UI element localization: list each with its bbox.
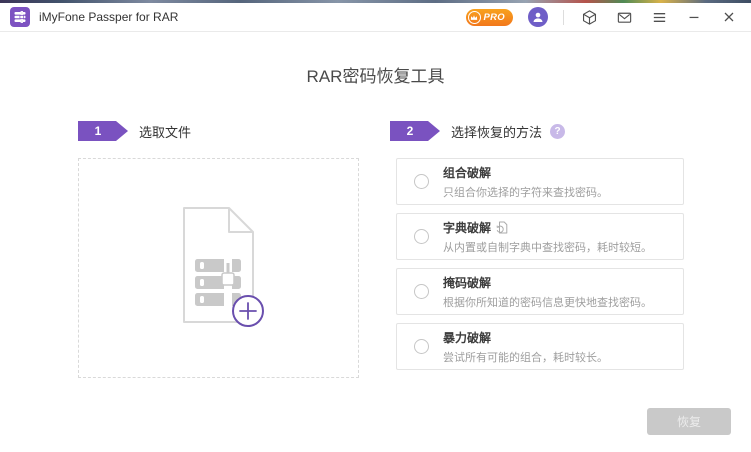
radio-dictionary-attack[interactable] xyxy=(414,229,429,244)
step1-header: 1 选取文件 xyxy=(78,121,191,141)
pro-label: PRO xyxy=(484,12,506,23)
step2-label: 选择恢复的方法 xyxy=(451,122,542,141)
product-box-icon[interactable] xyxy=(579,7,599,27)
window-title: iMyFone Passper for RAR xyxy=(39,10,178,24)
titlebar: iMyFone Passper for RAR PRO xyxy=(0,3,751,32)
app-logo-icon xyxy=(10,7,30,27)
titlebar-divider xyxy=(563,10,564,25)
step2-header: 2 选择恢复的方法 ? xyxy=(390,121,565,141)
method-bruteforce-attack[interactable]: 暴力破解 尝试所有可能的组合，耗时较长。 xyxy=(396,323,684,370)
pro-badge[interactable]: PRO xyxy=(466,9,514,26)
radio-mask-attack[interactable] xyxy=(414,284,429,299)
menu-icon[interactable] xyxy=(649,7,669,27)
method-description: 尝试所有可能的组合，耗时较长。 xyxy=(443,349,608,365)
crown-icon xyxy=(468,11,481,24)
radio-bruteforce-attack[interactable] xyxy=(414,339,429,354)
method-description: 只组合你选择的字符来查找密码。 xyxy=(443,184,608,200)
dictionary-settings-icon[interactable] xyxy=(496,221,508,234)
rar-file-icon[interactable] xyxy=(168,203,270,338)
method-combination-attack[interactable]: 组合破解 只组合你选择的字符来查找密码。 xyxy=(396,158,684,205)
file-drop-zone[interactable] xyxy=(78,158,359,378)
step2-badge: 2 xyxy=(390,121,440,141)
step1-badge: 1 xyxy=(78,121,128,141)
mail-icon[interactable] xyxy=(614,7,634,27)
method-title: 字典破解 xyxy=(443,219,491,236)
minimize-button[interactable] xyxy=(684,7,704,27)
method-title: 暴力破解 xyxy=(443,329,491,346)
method-dictionary-attack[interactable]: 字典破解 从内置或自制字典中查找密码，耗时较短。 xyxy=(396,213,684,260)
method-description: 根据你所知道的密码信息更快地查找密码。 xyxy=(443,294,652,310)
method-mask-attack[interactable]: 掩码破解 根据你所知道的密码信息更快地查找密码。 xyxy=(396,268,684,315)
method-title: 组合破解 xyxy=(443,164,491,181)
account-icon[interactable] xyxy=(528,7,548,27)
method-description: 从内置或自制字典中查找密码，耗时较短。 xyxy=(443,239,652,255)
recovery-method-list: 组合破解 只组合你选择的字符来查找密码。 字典破解 xyxy=(396,158,684,378)
recover-button[interactable]: 恢复 xyxy=(647,408,731,435)
close-button[interactable] xyxy=(719,7,739,27)
help-icon[interactable]: ? xyxy=(550,124,565,139)
radio-combination-attack[interactable] xyxy=(414,174,429,189)
page-title: RAR密码恢复工具 xyxy=(0,62,751,87)
method-title: 掩码破解 xyxy=(443,274,491,291)
app-window: iMyFone Passper for RAR PRO xyxy=(0,0,751,452)
step1-label: 选取文件 xyxy=(139,122,191,141)
